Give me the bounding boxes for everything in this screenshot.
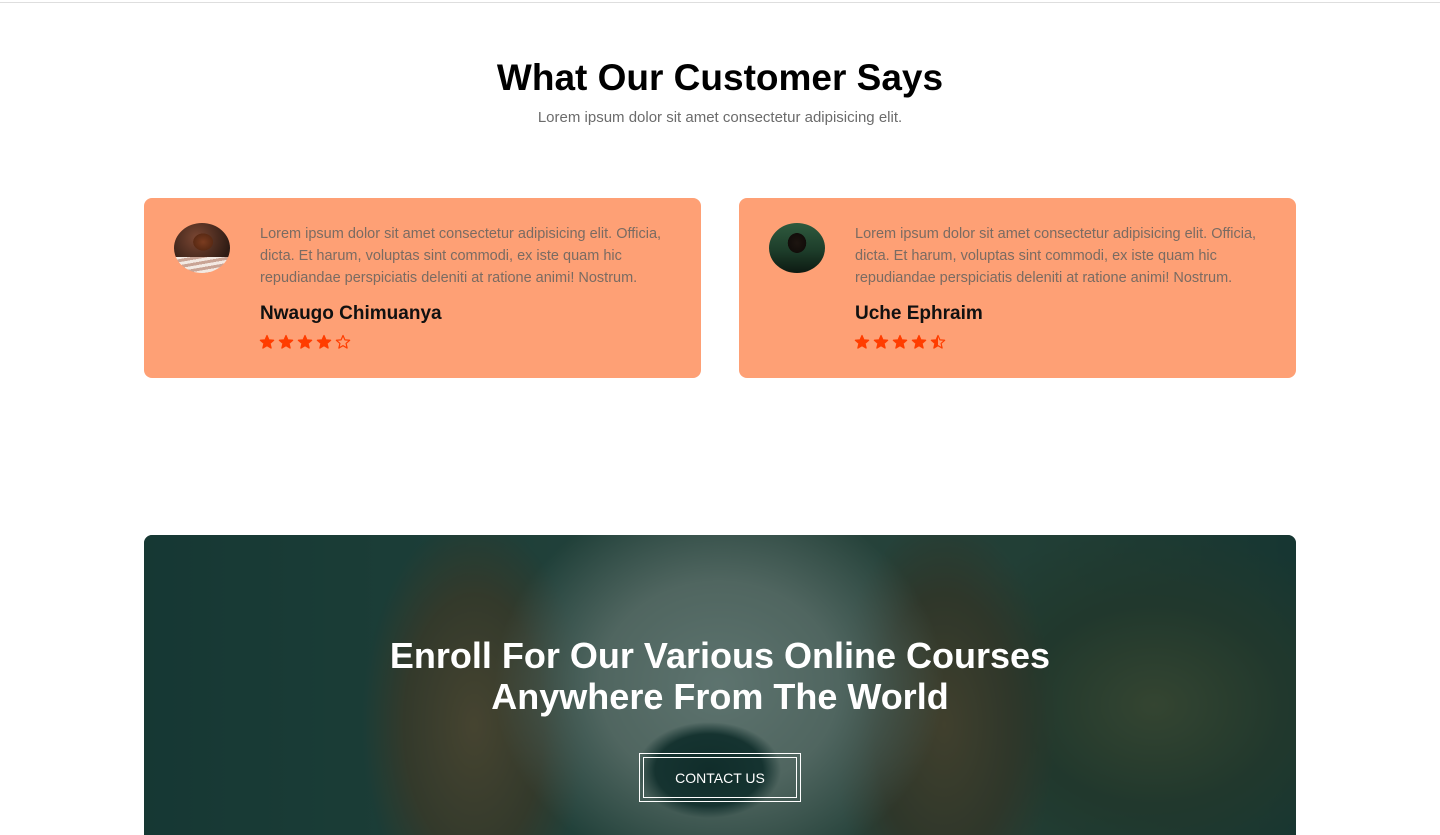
star-filled-icon (316, 334, 332, 349)
contact-us-label: CONTACT US (643, 757, 797, 798)
star-filled-icon (278, 334, 294, 349)
testimonial-quote: Lorem ipsum dolor sit amet consectetur a… (855, 226, 1257, 286)
cta-banner: Enroll For Our Various Online Courses An… (144, 535, 1296, 835)
top-divider (0, 2, 1440, 3)
testimonial-cards: Lorem ipsum dolor sit amet consectetur a… (144, 198, 1296, 378)
avatar (174, 223, 230, 273)
section-header: What Our Customer Says Lorem ipsum dolor… (0, 56, 1440, 127)
customer-name: Uche Ephraim (855, 303, 983, 324)
banner-title: Enroll For Our Various Online Courses An… (144, 635, 1296, 717)
star-filled-icon (297, 334, 313, 349)
customer-name: Nwaugo Chimuanya (260, 303, 442, 324)
star-rating (259, 334, 351, 352)
contact-us-button[interactable]: CONTACT US (639, 753, 801, 802)
testimonial-card: Lorem ipsum dolor sit amet consectetur a… (739, 198, 1296, 378)
star-filled-icon (873, 334, 889, 349)
testimonial-card: Lorem ipsum dolor sit amet consectetur a… (144, 198, 701, 378)
star-empty-icon (335, 334, 351, 349)
star-filled-icon (259, 334, 275, 349)
star-filled-icon (892, 334, 908, 349)
star-half-icon (930, 334, 946, 349)
section-title: What Our Customer Says (496, 57, 944, 98)
banner-title-line-1: Enroll For Our Various Online Courses (389, 635, 1051, 676)
section-subtitle: Lorem ipsum dolor sit amet consectetur a… (537, 109, 903, 126)
star-filled-icon (854, 334, 870, 349)
banner-title-line-2: Anywhere From The World (491, 676, 949, 717)
star-filled-icon (911, 334, 927, 349)
avatar (769, 223, 825, 273)
testimonial-quote: Lorem ipsum dolor sit amet consectetur a… (260, 226, 662, 286)
star-rating (854, 334, 946, 352)
